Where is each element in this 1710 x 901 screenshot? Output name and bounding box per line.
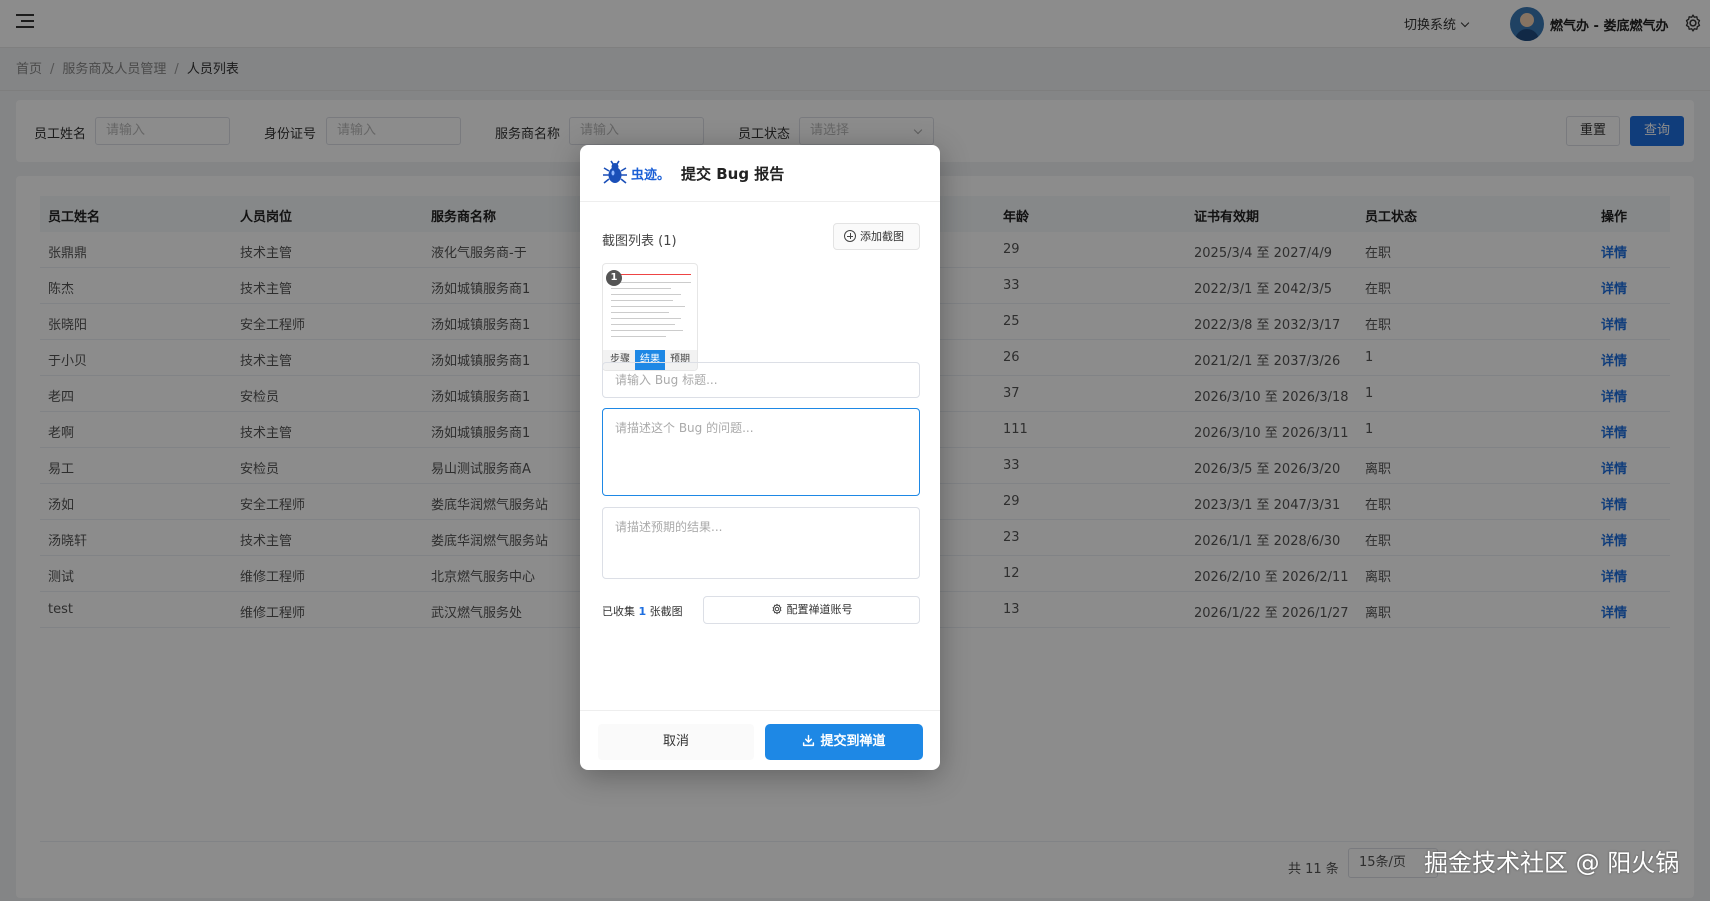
- add-screenshot-button[interactable]: 添加截图: [833, 223, 920, 250]
- screenshot-number-badge: 1: [606, 270, 622, 286]
- config-zentao-account-button[interactable]: 配置禅道账号: [703, 596, 920, 624]
- dialog-title: 提交 Bug 报告: [681, 165, 785, 183]
- screenshot-thumbnail[interactable]: 1 步骤 结果 预期: [602, 263, 698, 371]
- logo-text: 虫迹。: [631, 168, 671, 183]
- watermark: 掘金技术社区 @ 阳火锅: [1424, 849, 1680, 877]
- screenshots-label: 截图列表 (1): [602, 234, 677, 249]
- bug-title-input[interactable]: 请输入 Bug 标题...: [602, 362, 920, 398]
- bug-description-textarea[interactable]: 请描述这个 Bug 的问题...: [602, 408, 920, 496]
- collected-count-text: 已收集 1 张截图: [602, 605, 683, 618]
- bug-icon: [603, 160, 627, 184]
- gear-icon: [772, 603, 781, 615]
- expected-result-textarea[interactable]: 请描述预期的结果...: [602, 507, 920, 579]
- plus-circle-icon: [844, 230, 856, 242]
- submit-to-zentao-button[interactable]: 提交到禅道: [765, 724, 923, 760]
- download-icon: [803, 734, 815, 747]
- bug-report-dialog: 虫迹。 提交 Bug 报告 截图列表 (1) 添加截图 1 步骤 结果 预期 请…: [580, 145, 940, 770]
- dialog-footer: 取消 提交到禅道: [580, 710, 940, 770]
- dialog-header: 虫迹。 提交 Bug 报告: [580, 145, 940, 202]
- cancel-button[interactable]: 取消: [598, 724, 754, 760]
